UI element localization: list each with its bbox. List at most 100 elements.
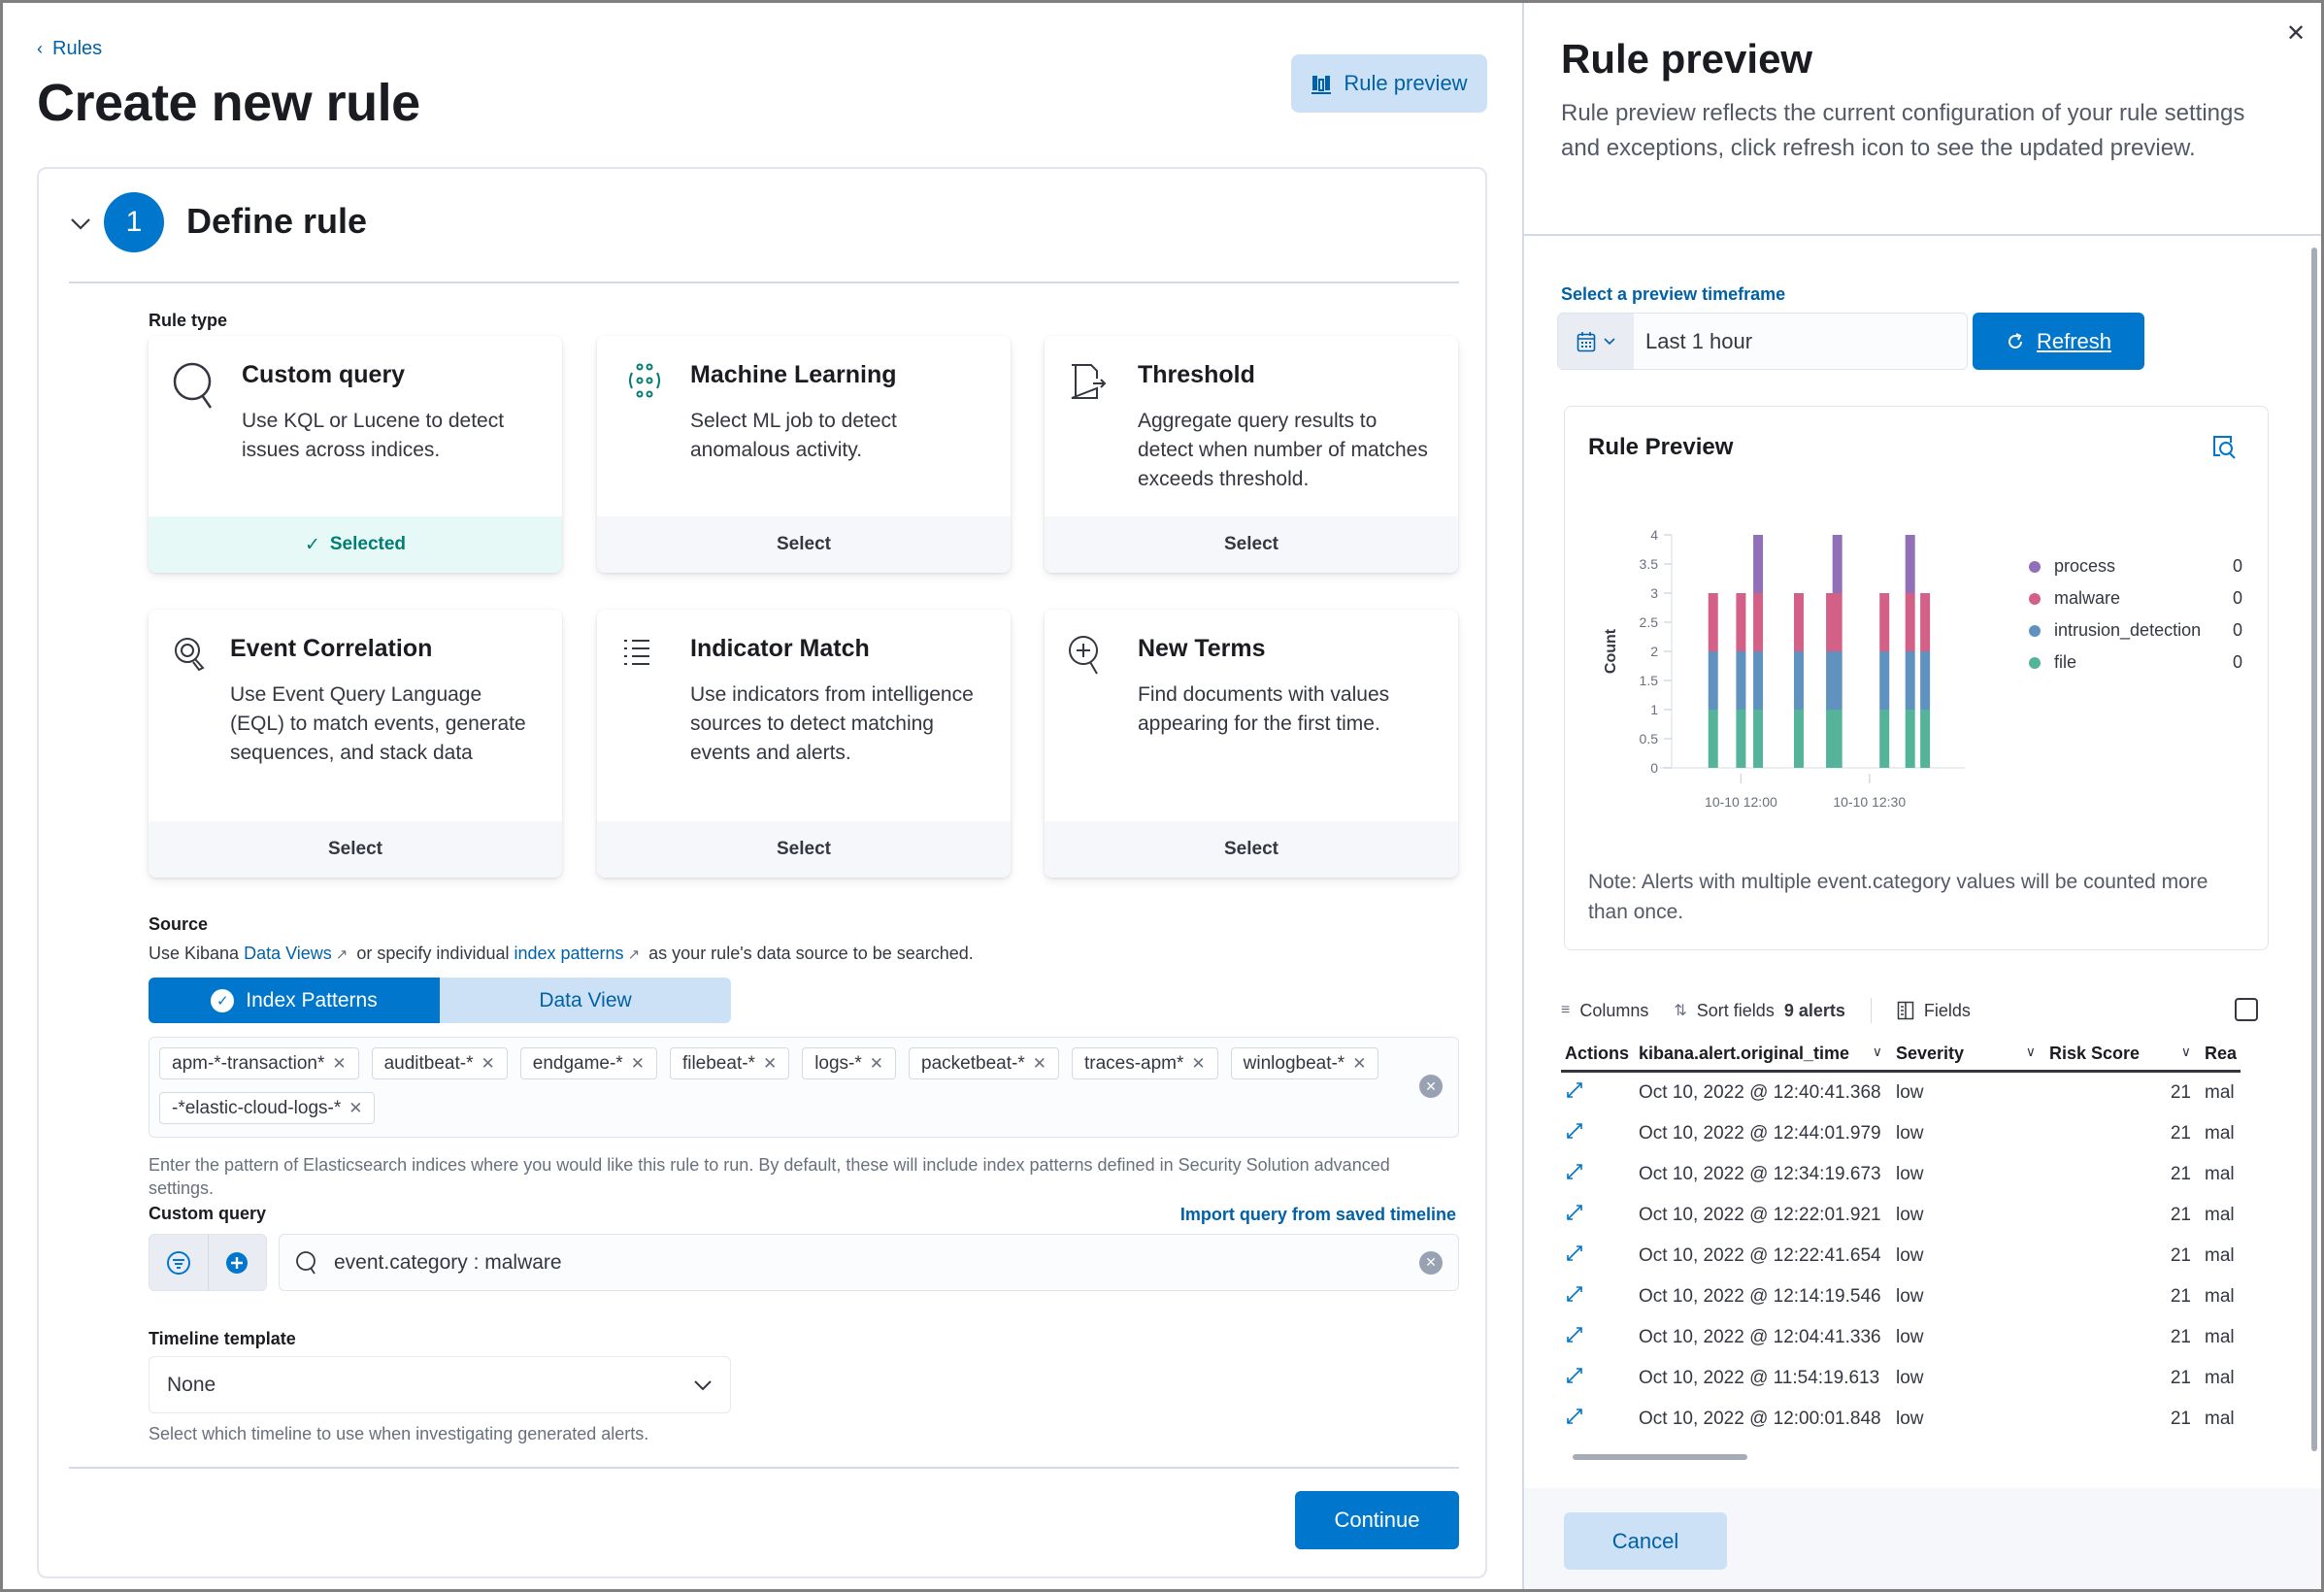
remove-chip-icon[interactable]: ✕ bbox=[349, 1099, 362, 1118]
index-patterns-combobox[interactable]: apm-*-transaction* ✕ auditbeat-* ✕ endgame-*… bbox=[149, 1037, 1459, 1138]
index-patterns-link[interactable]: index patterns bbox=[514, 944, 623, 963]
rule-type-card-machine-learning[interactable]: Machine Learning Select ML job to detect… bbox=[597, 336, 1011, 573]
remove-chip-icon[interactable]: ✕ bbox=[631, 1054, 645, 1074]
horizontal-scrollbar[interactable] bbox=[1573, 1454, 1747, 1460]
rule-type-action-label: Select bbox=[1224, 534, 1278, 554]
select-button[interactable]: Select bbox=[597, 821, 1011, 878]
rule-type-card-new-terms[interactable]: New Terms Find documents with values app… bbox=[1045, 610, 1458, 878]
rule-type-card-threshold[interactable]: Threshold Aggregate query results to det… bbox=[1045, 336, 1458, 573]
expand-alert-button[interactable] bbox=[1561, 1284, 1639, 1310]
index-pattern-chip: auditbeat-* ✕ bbox=[371, 1047, 508, 1079]
rule-preview-button[interactable]: Rule preview bbox=[1291, 54, 1487, 113]
remove-chip-icon[interactable]: ✕ bbox=[332, 1054, 346, 1074]
cell-risk-score: 21 bbox=[2170, 1205, 2191, 1225]
flyout-title: Rule preview bbox=[1561, 36, 1813, 82]
fields-button[interactable]: Fields bbox=[1897, 1001, 1971, 1021]
divider bbox=[69, 282, 1459, 283]
list-icon: ≡ bbox=[1561, 1002, 1571, 1018]
remove-chip-icon[interactable]: ✕ bbox=[763, 1054, 777, 1074]
select-button[interactable]: Select bbox=[597, 516, 1011, 573]
select-button[interactable]: Select bbox=[1045, 516, 1458, 573]
close-icon: ✕ bbox=[2286, 20, 2307, 47]
remove-chip-icon[interactable]: ✕ bbox=[1033, 1054, 1046, 1074]
legend-item[interactable]: intrusion_detection 0 bbox=[2029, 614, 2242, 647]
expand-alert-button[interactable] bbox=[1561, 1162, 1639, 1187]
bar-segment-file bbox=[1793, 710, 1804, 768]
inspect-icon bbox=[2213, 436, 2236, 459]
data-views-link[interactable]: Data Views bbox=[244, 944, 332, 963]
collapse-step-button[interactable] bbox=[70, 217, 91, 236]
expand-alert-button[interactable] bbox=[1561, 1407, 1639, 1432]
clear-query-button[interactable]: ✕ bbox=[1419, 1250, 1443, 1275]
remove-chip-icon[interactable]: ✕ bbox=[481, 1054, 495, 1074]
continue-button[interactable]: Continue bbox=[1295, 1491, 1459, 1549]
source-desc-prefix: Use Kibana bbox=[149, 944, 240, 963]
remove-chip-icon[interactable]: ✕ bbox=[1191, 1054, 1205, 1074]
expand-icon bbox=[1567, 1327, 1582, 1343]
add-filter-button[interactable] bbox=[207, 1235, 267, 1290]
sort-icon: ⇅ bbox=[1674, 1003, 1687, 1019]
plus-circle-icon bbox=[226, 1251, 249, 1274]
expand-alert-button[interactable] bbox=[1561, 1325, 1639, 1350]
column-header-time[interactable]: kibana.alert.original_time ∨ bbox=[1639, 1044, 1896, 1064]
custom-query-label: Custom query bbox=[149, 1204, 267, 1223]
vertical-scrollbar[interactable] bbox=[2311, 248, 2317, 1451]
expand-alert-button[interactable] bbox=[1561, 1080, 1639, 1106]
source-desc-suffix: as your rule's data source to be searche… bbox=[648, 944, 974, 963]
toggle-index-patterns[interactable]: ✓ Index Patterns bbox=[149, 978, 440, 1023]
expand-alert-button[interactable] bbox=[1561, 1244, 1639, 1269]
x-tick-label: 10-10 12:30 bbox=[1833, 794, 1906, 810]
toggle-data-view[interactable]: Data View bbox=[440, 978, 731, 1023]
select-button[interactable]: Select bbox=[149, 821, 562, 878]
cancel-button[interactable]: Cancel bbox=[1564, 1512, 1727, 1570]
flyout-description: Rule preview reflects the current config… bbox=[1561, 100, 2245, 161]
selected-indicator[interactable]: ✓ Selected bbox=[149, 516, 562, 573]
legend-item[interactable]: process 0 bbox=[2029, 550, 2242, 582]
select-button[interactable]: Select bbox=[1045, 821, 1458, 878]
cell-risk-score: 21 bbox=[2170, 1245, 2191, 1266]
fullscreen-button[interactable] bbox=[2235, 998, 2258, 1021]
cell-risk-score: 21 bbox=[2170, 1082, 2191, 1103]
rule-type-title: Indicator Match bbox=[690, 635, 870, 662]
chip-label: auditbeat-* bbox=[383, 1052, 474, 1074]
filter-options-button[interactable] bbox=[149, 1235, 208, 1290]
clear-all-button[interactable]: ✕ bbox=[1419, 1075, 1443, 1098]
rule-type-card-indicator-match[interactable]: Indicator Match Use indicators from inte… bbox=[597, 610, 1011, 878]
column-header-severity[interactable]: Severity ∨ bbox=[1896, 1044, 2049, 1064]
refresh-button[interactable]: Refresh bbox=[1973, 313, 2144, 370]
column-header-risk-score[interactable]: Risk Score ∨ bbox=[2049, 1044, 2205, 1064]
columns-button[interactable]: ≡ Columns bbox=[1561, 1001, 1648, 1021]
expand-alert-button[interactable] bbox=[1561, 1203, 1639, 1228]
y-tick-label: 4 bbox=[1650, 527, 1658, 543]
close-flyout-button[interactable]: ✕ bbox=[2286, 19, 2306, 48]
timeline-template-select[interactable]: None bbox=[149, 1356, 731, 1413]
bar-segment-file bbox=[1832, 710, 1843, 768]
remove-chip-icon[interactable]: ✕ bbox=[1352, 1054, 1366, 1074]
chevron-down-icon: ∨ bbox=[2180, 1044, 2191, 1059]
legend-item[interactable]: file 0 bbox=[2029, 647, 2242, 679]
breadcrumb-rules-link[interactable]: ‹ Rules bbox=[37, 38, 102, 60]
column-header-reason[interactable]: Rea bbox=[2205, 1044, 2241, 1064]
expand-alert-button[interactable] bbox=[1561, 1121, 1639, 1146]
remove-chip-icon[interactable]: ✕ bbox=[870, 1054, 883, 1074]
rule-type-card-custom-query[interactable]: Custom query Use KQL or Lucene to detect… bbox=[149, 336, 562, 573]
import-query-link[interactable]: Import query from saved timeline bbox=[1180, 1205, 1456, 1225]
rule-type-card-event-correlation[interactable]: Event Correlation Use Event Query Langua… bbox=[149, 610, 562, 878]
quick-select-button[interactable] bbox=[1558, 314, 1634, 369]
timeframe-picker[interactable]: Last 1 hour bbox=[1557, 313, 1968, 370]
close-icon: ✕ bbox=[1425, 1078, 1437, 1094]
bar-segment-intrusion-detection bbox=[1879, 651, 1890, 710]
y-tick-label: 1 bbox=[1650, 702, 1658, 717]
x-tick-label: 10-10 12:00 bbox=[1705, 794, 1777, 810]
legend-value: 0 bbox=[2232, 652, 2242, 672]
rule-preview-icon bbox=[1311, 76, 1332, 94]
cell-severity: low bbox=[1896, 1082, 1924, 1103]
inspect-button[interactable] bbox=[2211, 434, 2237, 464]
divider bbox=[69, 1467, 1459, 1469]
custom-query-input[interactable]: event.category : malware ✕ bbox=[279, 1234, 1459, 1291]
legend-item[interactable]: malware 0 bbox=[2029, 582, 2242, 614]
expand-alert-button[interactable] bbox=[1561, 1366, 1639, 1391]
bar-segment-intrusion-detection bbox=[1832, 651, 1843, 710]
sort-fields-button[interactable]: ⇅ Sort fields bbox=[1674, 1001, 1774, 1021]
index-pattern-chip: packetbeat-* ✕ bbox=[909, 1047, 1059, 1079]
